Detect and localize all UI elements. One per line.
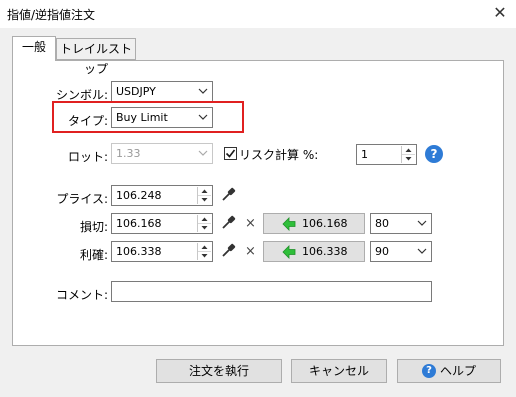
chevron-down-icon [198,150,208,156]
help-button-label: ヘルプ [439,364,476,378]
lot-label: ロット: [67,150,108,164]
spinner[interactable] [197,243,211,260]
symbol-value: USDJPY [116,85,156,98]
eyedropper-icon[interactable] [219,186,237,204]
stop-loss-points-select[interactable]: 80 [370,213,432,234]
eyedropper-icon[interactable] [219,242,237,260]
comment-label: コメント: [55,288,108,302]
chevron-down-icon [417,220,427,226]
spinner[interactable] [197,187,211,204]
spinner[interactable] [401,146,415,163]
take-profit-value: 106.338 [116,245,162,258]
spin-down-icon[interactable] [198,224,211,232]
spin-up-icon[interactable] [198,243,211,252]
spin-up-icon[interactable] [198,215,211,224]
stop-loss-input[interactable]: 106.168 [111,213,213,234]
help-icon: ? [421,363,436,378]
lot-select[interactable]: 1.33 [111,143,213,164]
stop-loss-market-button[interactable]: 106.168 [263,213,365,234]
stop-loss-value: 106.168 [116,217,162,230]
take-profit-points-select[interactable]: 90 [370,241,432,262]
eyedropper-icon[interactable] [219,214,237,232]
clear-stop-loss-icon[interactable]: × [245,216,256,231]
checkmark-icon [225,149,236,158]
window-title: 指値/逆指値注文 [7,8,96,22]
tab-general[interactable]: 一般 [12,36,56,61]
comment-input[interactable] [111,281,432,302]
arrow-left-icon [282,217,296,231]
price-label: プライス: [56,192,108,206]
stop-loss-points: 80 [375,217,389,230]
clear-take-profit-icon[interactable]: × [245,244,256,259]
take-profit-label: 利確: [79,248,108,262]
close-icon[interactable]: ✕ [491,3,509,23]
spin-down-icon[interactable] [198,252,211,260]
stop-loss-label: 損切: [79,220,108,234]
take-profit-points: 90 [375,245,389,258]
chevron-down-icon [417,248,427,254]
arrow-left-icon [282,245,296,259]
help-button[interactable]: ? ヘルプ [397,359,501,383]
take-profit-market-button[interactable]: 106.338 [263,241,365,262]
risk-percent-input[interactable]: 1 [356,144,417,165]
lot-value: 1.33 [116,147,141,160]
stop-loss-button-value: 106.168 [302,217,348,230]
spin-up-icon[interactable] [198,187,211,196]
risk-value: 1 [361,148,368,161]
take-profit-button-value: 106.338 [302,245,348,258]
take-profit-input[interactable]: 106.338 [111,241,213,262]
risk-checkbox[interactable] [224,147,237,160]
risk-help-icon[interactable]: ? [425,145,443,163]
tab-trailing-stop[interactable]: トレイルストップ [56,38,136,76]
price-value: 106.248 [116,189,162,202]
risk-label: リスク計算 %: [239,148,319,162]
price-input[interactable]: 106.248 [111,185,213,206]
cancel-button[interactable]: キャンセル [291,359,387,383]
chevron-down-icon [198,88,208,94]
symbol-select[interactable]: USDJPY [111,81,213,102]
highlight-box [52,101,244,133]
spin-up-icon[interactable] [402,146,415,155]
spinner[interactable] [197,215,211,232]
spin-down-icon[interactable] [198,196,211,204]
execute-order-button[interactable]: 注文を執行 [156,359,282,383]
spin-down-icon[interactable] [402,155,415,163]
